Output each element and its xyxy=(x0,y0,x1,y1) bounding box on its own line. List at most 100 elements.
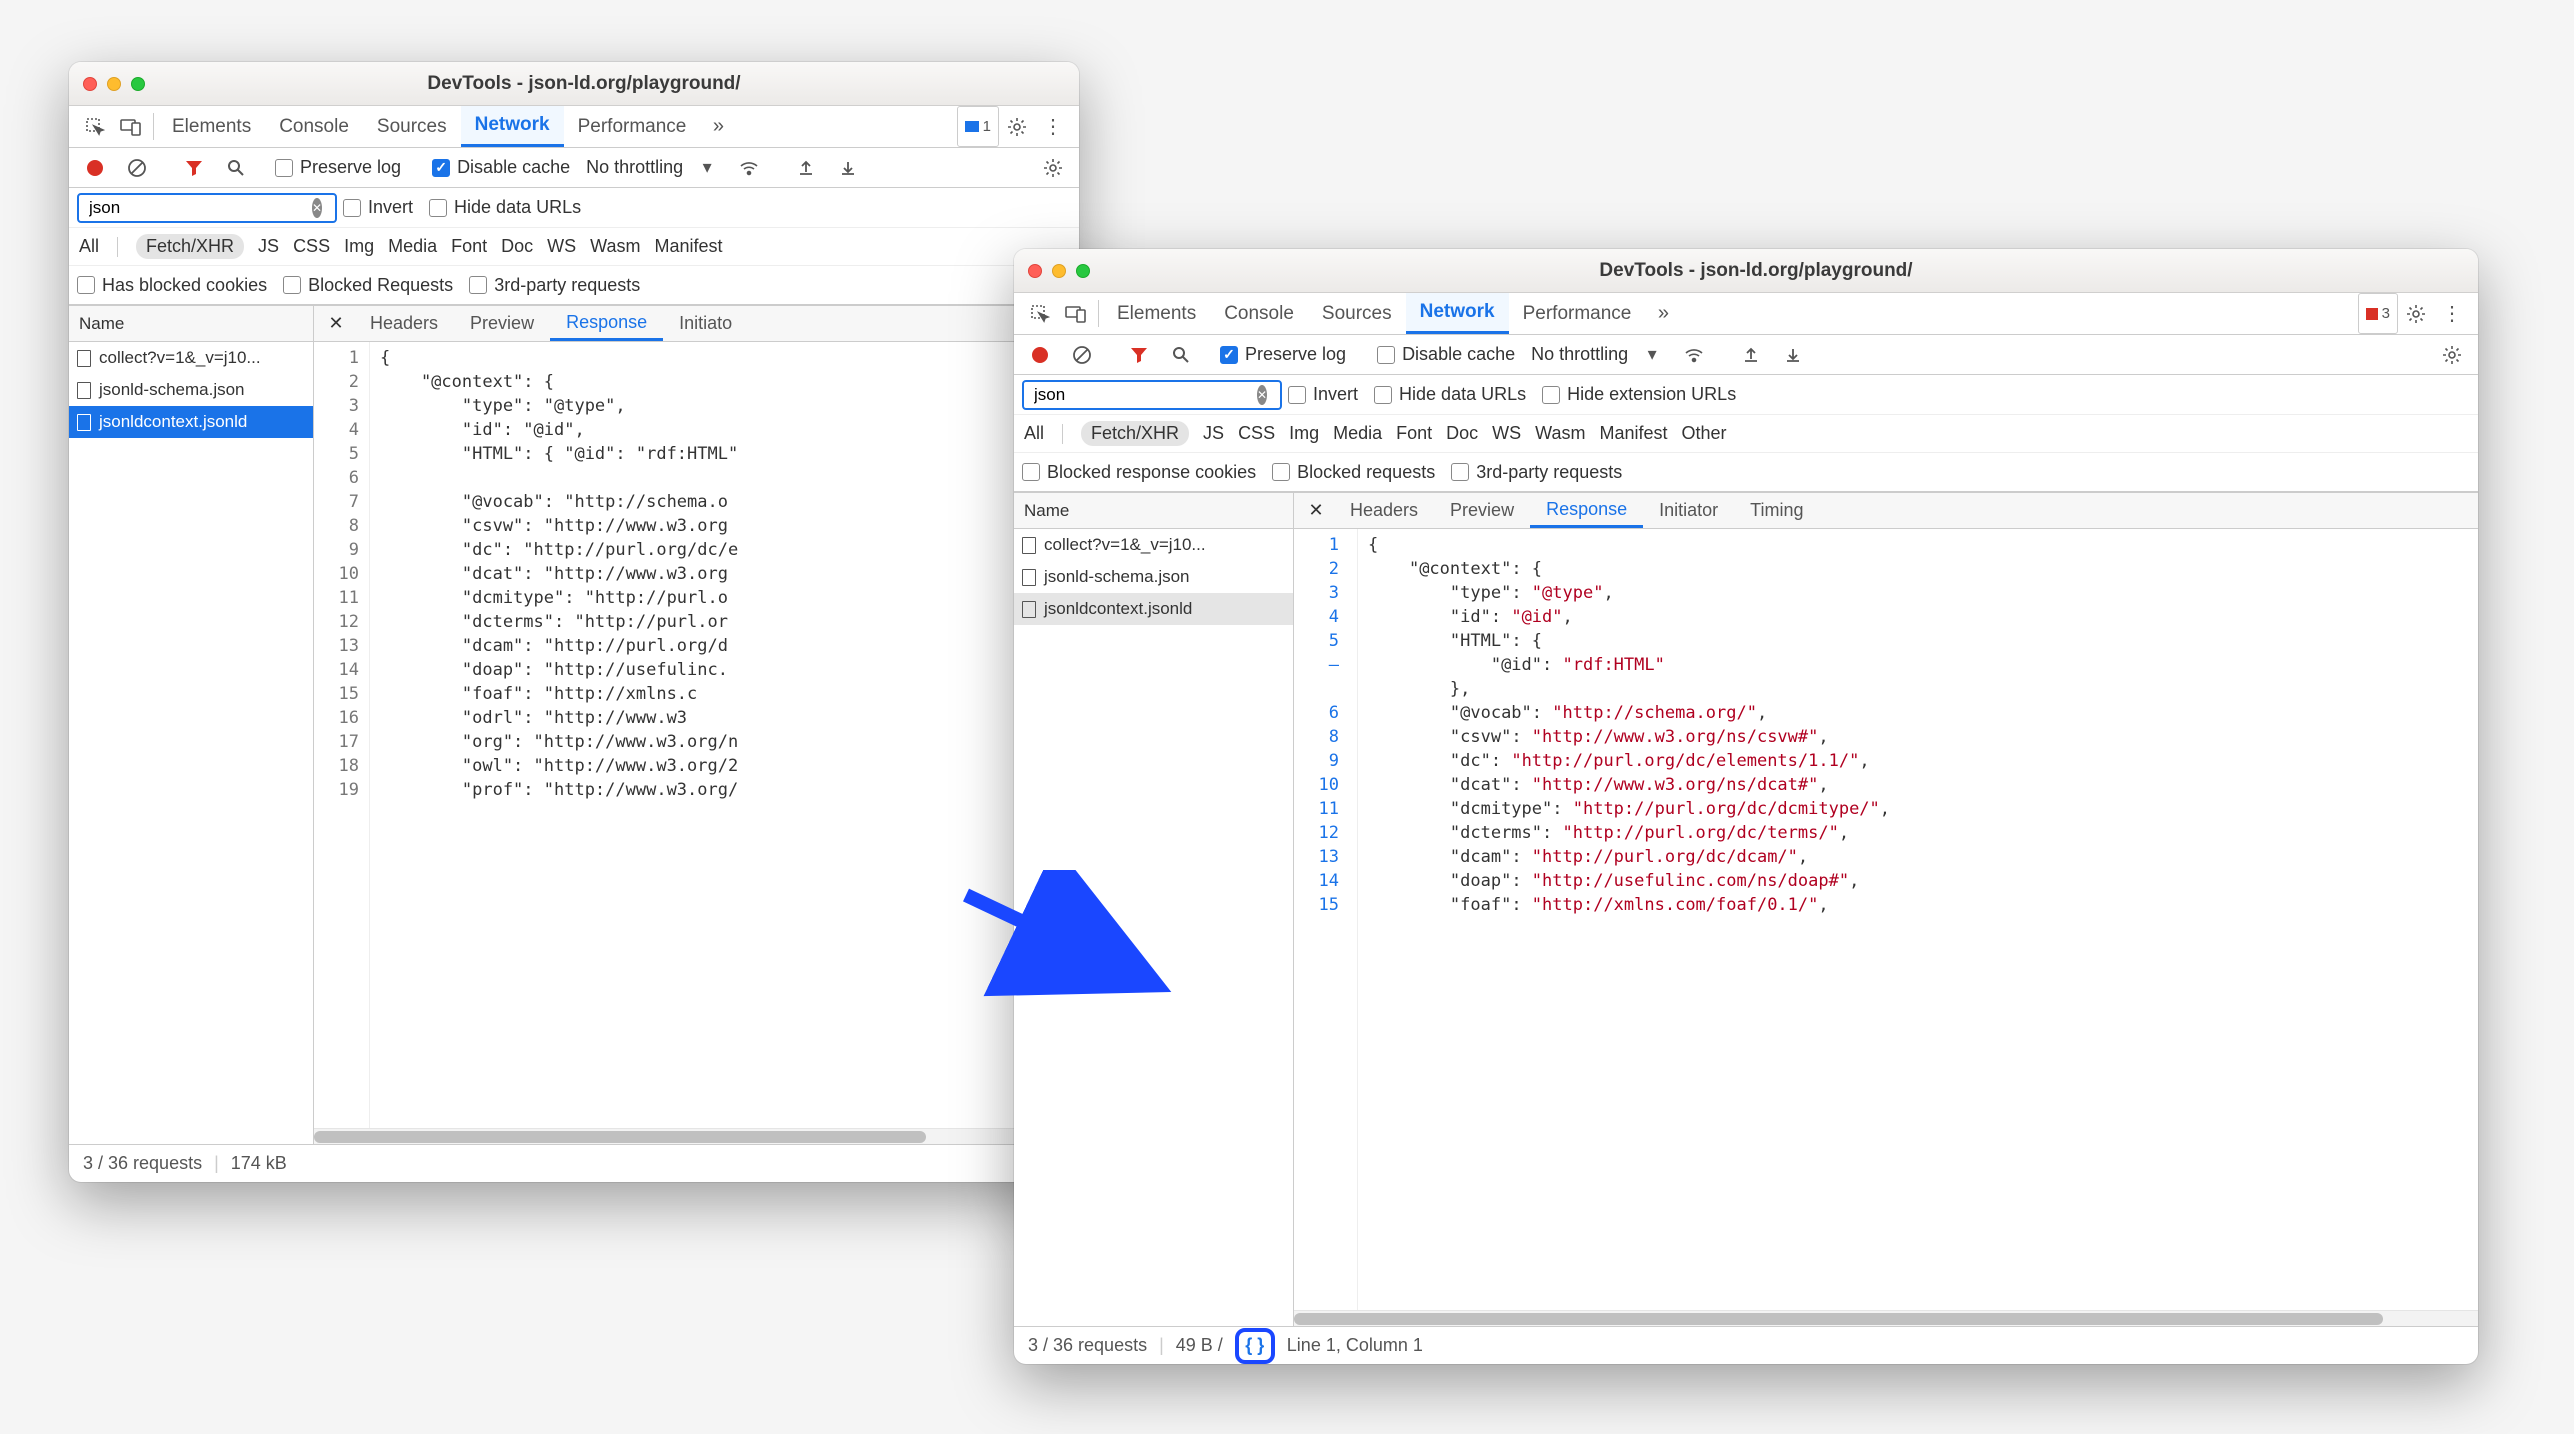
filter-input[interactable]: ✕ xyxy=(77,193,337,223)
tab-performance[interactable]: Performance xyxy=(1509,293,1646,334)
type-pill-img[interactable]: Img xyxy=(344,236,374,257)
device-icon[interactable] xyxy=(113,106,149,147)
detail-tab-timing[interactable]: Timing xyxy=(1734,493,1819,528)
throttling-select[interactable]: No throttling xyxy=(1531,344,1628,365)
request-row[interactable]: jsonld-schema.json xyxy=(1014,561,1293,593)
response-code[interactable]: 12345678910111213141516171819 { "@contex… xyxy=(314,342,1079,1128)
detail-tab-preview[interactable]: Preview xyxy=(454,306,550,341)
filter-icon[interactable] xyxy=(1121,346,1157,364)
minimize-window-button[interactable] xyxy=(1052,264,1066,278)
hide-extension-urls-checkbox[interactable]: Hide extension URLs xyxy=(1542,384,1736,405)
type-pill-other[interactable]: Other xyxy=(1682,423,1727,444)
tab-console[interactable]: Console xyxy=(1210,293,1308,334)
close-detail-icon[interactable]: ✕ xyxy=(318,306,354,341)
detail-tab-response[interactable]: Response xyxy=(1530,493,1643,528)
preserve-log-checkbox[interactable]: Preserve log xyxy=(1220,344,1346,365)
blocked-requests-checkbox[interactable]: Blocked Requests xyxy=(283,275,453,296)
record-button[interactable] xyxy=(77,160,113,176)
issues-badge[interactable]: 1 xyxy=(957,106,999,147)
disable-cache-checkbox[interactable]: Disable cache xyxy=(1377,344,1515,365)
blocked-cookies-checkbox[interactable]: Has blocked cookies xyxy=(77,275,267,296)
filter-input[interactable]: ✕ xyxy=(1022,380,1282,410)
tab-elements[interactable]: Elements xyxy=(158,106,265,147)
fullscreen-window-button[interactable] xyxy=(1076,264,1090,278)
type-pill-ws[interactable]: WS xyxy=(547,236,576,257)
type-pill-all[interactable]: All xyxy=(79,236,99,257)
invert-checkbox[interactable]: Invert xyxy=(343,197,413,218)
type-pill-all[interactable]: All xyxy=(1024,423,1044,444)
minimize-window-button[interactable] xyxy=(107,77,121,91)
preserve-log-checkbox[interactable]: Preserve log xyxy=(275,157,401,178)
type-pill-wasm[interactable]: Wasm xyxy=(1535,423,1585,444)
invert-checkbox[interactable]: Invert xyxy=(1288,384,1358,405)
detail-tab-initiator[interactable]: Initiator xyxy=(1643,493,1734,528)
caret-down-icon[interactable]: ▾ xyxy=(689,157,725,178)
disable-cache-checkbox[interactable]: Disable cache xyxy=(432,157,570,178)
close-detail-icon[interactable]: ✕ xyxy=(1298,493,1334,528)
code-body[interactable]: { "@context": { "type": "@type", "id": "… xyxy=(1358,529,2478,1310)
gear-icon[interactable] xyxy=(999,106,1035,147)
detail-tab-initiato[interactable]: Initiato xyxy=(663,306,748,341)
clear-filter-icon[interactable]: ✕ xyxy=(312,198,322,218)
upload-icon[interactable] xyxy=(1733,346,1769,364)
tab-network[interactable]: Network xyxy=(1406,293,1509,334)
type-pill-img[interactable]: Img xyxy=(1289,423,1319,444)
fullscreen-window-button[interactable] xyxy=(131,77,145,91)
tab-sources[interactable]: Sources xyxy=(363,106,461,147)
pretty-print-button[interactable]: { } xyxy=(1235,1328,1275,1364)
kebab-icon[interactable]: ⋮ xyxy=(2434,293,2470,334)
name-header[interactable]: Name xyxy=(69,306,313,342)
type-pill-js[interactable]: JS xyxy=(1203,423,1224,444)
filter-text-input[interactable] xyxy=(87,197,312,219)
download-icon[interactable] xyxy=(830,159,866,177)
wifi-icon[interactable] xyxy=(1676,347,1712,363)
search-icon[interactable] xyxy=(218,159,254,177)
blocked-requests-checkbox[interactable]: Blocked requests xyxy=(1272,462,1435,483)
type-pill-css[interactable]: CSS xyxy=(1238,423,1275,444)
more-tabs-chevron-icon[interactable]: » xyxy=(700,106,736,147)
code-body[interactable]: { "@context": { "type": "@type", "id": "… xyxy=(370,342,1079,1128)
device-icon[interactable] xyxy=(1058,293,1094,334)
filter-text-input[interactable] xyxy=(1032,384,1257,406)
type-pill-manifest[interactable]: Manifest xyxy=(655,236,723,257)
close-window-button[interactable] xyxy=(83,77,97,91)
type-pill-css[interactable]: CSS xyxy=(293,236,330,257)
type-pill-media[interactable]: Media xyxy=(388,236,437,257)
h-scrollbar[interactable] xyxy=(1294,1310,2478,1326)
tab-performance[interactable]: Performance xyxy=(564,106,701,147)
errors-badge[interactable]: 3 xyxy=(2358,293,2398,334)
gear-icon[interactable] xyxy=(1035,158,1071,178)
download-icon[interactable] xyxy=(1775,346,1811,364)
tab-network[interactable]: Network xyxy=(461,106,564,147)
third-party-checkbox[interactable]: 3rd-party requests xyxy=(469,275,640,296)
blocked-cookies-checkbox[interactable]: Blocked response cookies xyxy=(1022,462,1256,483)
gear-icon[interactable] xyxy=(2434,345,2470,365)
clear-filter-icon[interactable]: ✕ xyxy=(1257,385,1267,405)
tab-sources[interactable]: Sources xyxy=(1308,293,1406,334)
type-pill-fetch-xhr[interactable]: Fetch/XHR xyxy=(1081,421,1189,446)
h-scrollbar[interactable] xyxy=(314,1128,1079,1144)
type-pill-manifest[interactable]: Manifest xyxy=(1600,423,1668,444)
clear-icon[interactable] xyxy=(119,158,155,178)
type-pill-wasm[interactable]: Wasm xyxy=(590,236,640,257)
hide-data-urls-checkbox[interactable]: Hide data URLs xyxy=(1374,384,1526,405)
third-party-checkbox[interactable]: 3rd-party requests xyxy=(1451,462,1622,483)
detail-tab-response[interactable]: Response xyxy=(550,306,663,341)
clear-icon[interactable] xyxy=(1064,345,1100,365)
request-row[interactable]: collect?v=1&_v=j10... xyxy=(1014,529,1293,561)
throttling-select[interactable]: No throttling xyxy=(586,157,683,178)
type-pill-doc[interactable]: Doc xyxy=(1446,423,1478,444)
upload-icon[interactable] xyxy=(788,159,824,177)
kebab-icon[interactable]: ⋮ xyxy=(1035,106,1071,147)
inspect-icon[interactable] xyxy=(1022,293,1058,334)
request-row[interactable]: jsonldcontext.jsonld xyxy=(1014,593,1293,625)
record-button[interactable] xyxy=(1022,347,1058,363)
type-pill-js[interactable]: JS xyxy=(258,236,279,257)
wifi-icon[interactable] xyxy=(731,160,767,176)
detail-tab-preview[interactable]: Preview xyxy=(1434,493,1530,528)
search-icon[interactable] xyxy=(1163,346,1199,364)
detail-tab-headers[interactable]: Headers xyxy=(1334,493,1434,528)
name-header[interactable]: Name xyxy=(1014,493,1293,529)
caret-down-icon[interactable]: ▾ xyxy=(1634,344,1670,365)
type-pill-doc[interactable]: Doc xyxy=(501,236,533,257)
